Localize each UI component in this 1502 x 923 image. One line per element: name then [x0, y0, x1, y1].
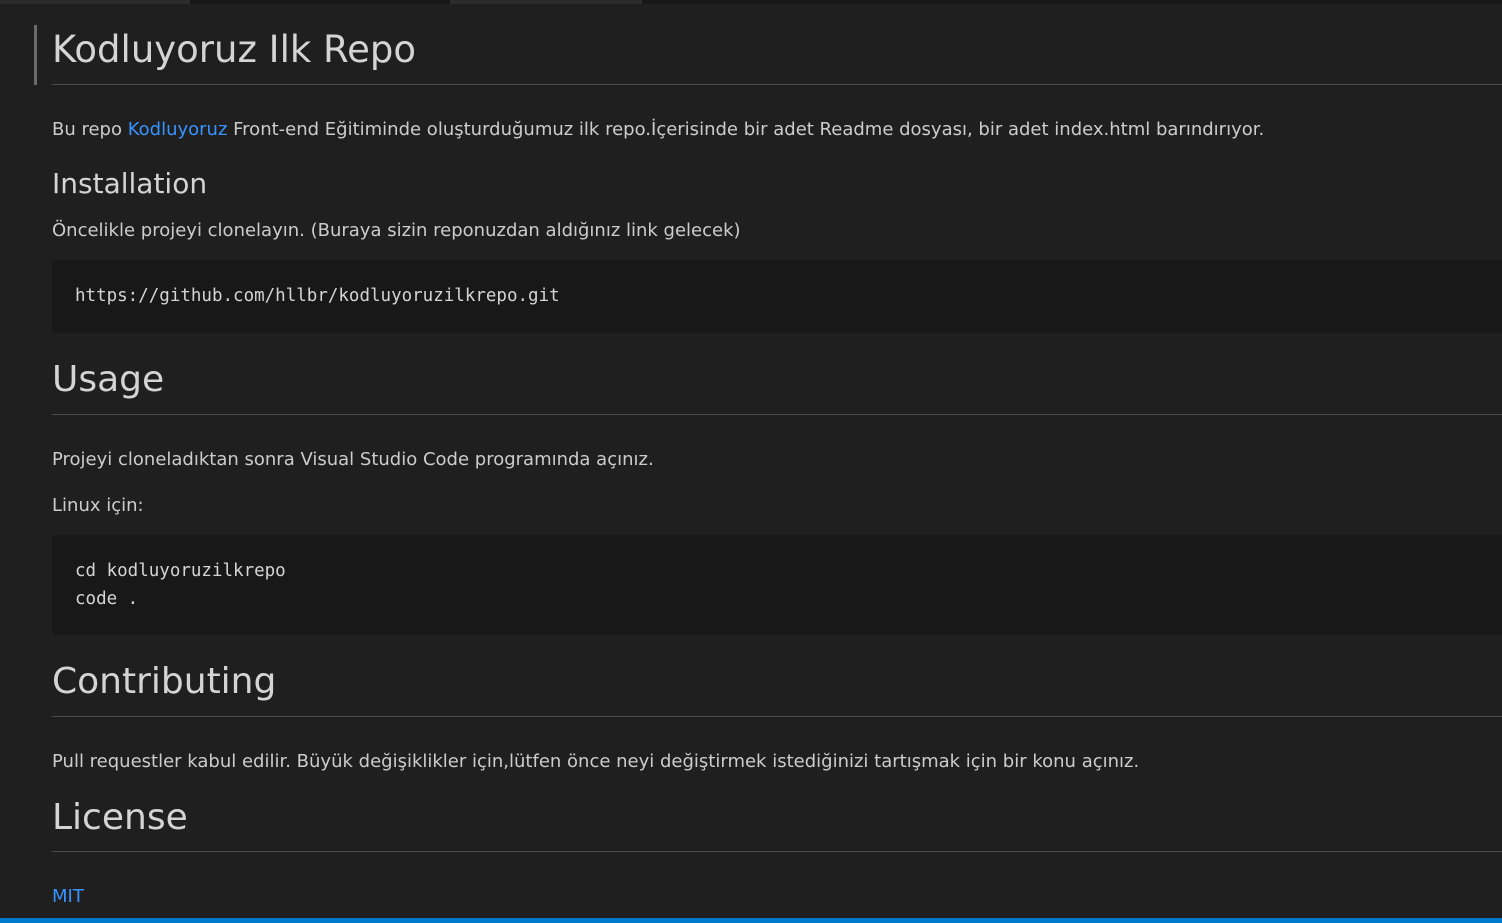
intro-text-rest: Front-end Eğitiminde oluşturduğumuz ilk … [227, 119, 1265, 140]
code-line: https://github.com/hllbr/kodluyoruzilkre… [75, 286, 560, 306]
intro-paragraph: Bu repo Kodluyoruz Front-end Eğitiminde … [52, 117, 1264, 143]
intro-text: Bu repo [52, 119, 128, 140]
heading-divider [52, 716, 1502, 717]
code-line: cd kodluyoruzilkrepo [75, 561, 286, 581]
heading-divider [52, 414, 1502, 415]
page-title: Kodluyoruz Ilk Repo [52, 28, 416, 71]
kodluyoruz-link[interactable]: Kodluyoruz [128, 119, 228, 140]
status-bar [0, 918, 1502, 923]
heading-divider [52, 84, 1502, 85]
heading-divider [52, 851, 1502, 852]
contributing-heading: Contributing [52, 661, 277, 702]
usage-paragraph: Projeyi cloneladıktan sonra Visual Studi… [52, 449, 654, 470]
code-line: code . [75, 589, 139, 609]
linux-paragraph: Linux için: [52, 495, 144, 516]
usage-heading: Usage [52, 359, 165, 400]
installation-paragraph: Öncelikle projeyi clonelayın. (Buraya si… [52, 220, 741, 241]
contributing-paragraph: Pull requestler kabul edilir. Büyük deği… [52, 751, 1140, 772]
clone-url-code-block[interactable]: https://github.com/hllbr/kodluyoruzilkre… [52, 260, 1502, 333]
mit-license-link[interactable]: MIT [52, 886, 84, 907]
selection-indicator [34, 25, 37, 85]
license-heading: License [52, 797, 188, 838]
installation-heading: Installation [52, 167, 208, 200]
markdown-preview[interactable]: Kodluyoruz Ilk Repo Bu repo Kodluyoruz F… [0, 4, 1502, 918]
usage-code-block[interactable]: cd kodluyoruzilkrepo code . [52, 535, 1502, 635]
license-paragraph: MIT [52, 884, 84, 910]
